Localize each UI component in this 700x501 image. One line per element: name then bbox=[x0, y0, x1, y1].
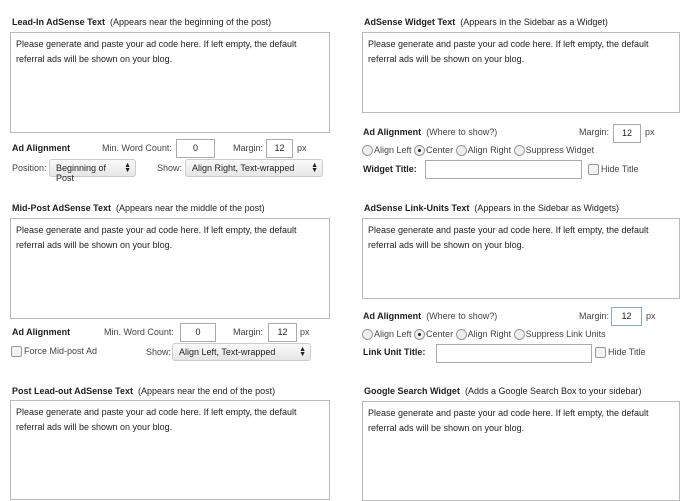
linkunits-alignment-radios: Align Left Center Align Right Suppress L… bbox=[362, 329, 606, 341]
hide-title-label: Hide Title bbox=[608, 347, 646, 357]
leadin-show-label: Show: bbox=[157, 163, 183, 173]
widget-title-input[interactable] bbox=[425, 160, 582, 179]
midpost-margin-input[interactable]: 12 bbox=[268, 323, 297, 342]
radio-center[interactable]: Center bbox=[414, 329, 453, 341]
linkunits-heading: AdSense Link-Units Text (Appears in the … bbox=[364, 203, 619, 213]
select-arrows-icon: ▲ ▼ bbox=[124, 162, 131, 174]
leadin-px-label: px bbox=[297, 143, 307, 153]
hide-title-label: Hide Title bbox=[601, 164, 639, 174]
radio-align-right[interactable]: Align Right bbox=[455, 329, 511, 341]
leadin-position-value: Beginning of Post bbox=[56, 163, 107, 183]
radio-align-right[interactable]: Align Right bbox=[455, 145, 511, 157]
midpost-min-word-label: Min. Word Count: bbox=[104, 327, 174, 337]
leadin-ad-alignment-label: Ad Alignment bbox=[12, 143, 71, 153]
midpost-ad-code-textarea[interactable]: Please generate and paste your ad code h… bbox=[10, 218, 330, 319]
leadout-heading: Post Lead-out AdSense Text (Appears near… bbox=[12, 386, 276, 396]
linkunits-margin-input[interactable]: 12 bbox=[611, 307, 642, 326]
linkunits-ad-alignment-label: Ad Alignment (Where to show?) bbox=[363, 311, 498, 321]
leadin-show-value: Align Right, Text-wrapped bbox=[192, 163, 295, 173]
checkbox-icon bbox=[588, 164, 599, 176]
leadin-margin-input[interactable]: 12 bbox=[266, 139, 293, 158]
widget-ad-alignment-label: Ad Alignment (Where to show?) bbox=[363, 127, 498, 137]
midpost-min-word-input[interactable]: 0 bbox=[180, 323, 216, 342]
widget-title-label: Widget Title: bbox=[363, 164, 417, 174]
search-widget-code-textarea[interactable]: Please generate and paste your ad code h… bbox=[362, 401, 680, 501]
linkunits-ad-code-textarea[interactable]: Please generate and paste your ad code h… bbox=[362, 218, 680, 299]
midpost-show-value: Align Left, Text-wrapped bbox=[179, 347, 276, 357]
select-arrows-icon: ▲ ▼ bbox=[299, 346, 306, 358]
midpost-px-label: px bbox=[300, 327, 310, 337]
force-midpost-label: Force Mid-post Ad bbox=[24, 346, 98, 356]
radio-align-left[interactable]: Align Left bbox=[362, 145, 412, 157]
midpost-ad-alignment-label: Ad Alignment bbox=[12, 327, 71, 337]
checkbox-icon bbox=[595, 347, 606, 359]
midpost-heading: Mid-Post AdSense Text (Appears near the … bbox=[12, 203, 265, 213]
widget-px-label: px bbox=[645, 127, 655, 137]
leadin-margin-label: Margin: bbox=[233, 143, 264, 153]
linkunits-px-label: px bbox=[646, 311, 656, 321]
leadin-heading: Lead-In AdSense Text (Appears near the b… bbox=[12, 17, 272, 27]
radio-suppress-widget[interactable]: Suppress Widget bbox=[513, 145, 594, 157]
widget-heading: AdSense Widget Text (Appears in the Side… bbox=[364, 17, 608, 27]
widget-ad-code-textarea[interactable]: Please generate and paste your ad code h… bbox=[362, 32, 680, 113]
leadin-ad-code-textarea[interactable]: Please generate and paste your ad code h… bbox=[10, 32, 330, 133]
leadout-ad-code-textarea[interactable]: Please generate and paste your ad code h… bbox=[10, 400, 330, 500]
link-unit-title-input[interactable] bbox=[436, 344, 592, 363]
widget-hide-title-checkbox[interactable]: Hide Title bbox=[588, 164, 639, 176]
radio-center[interactable]: Center bbox=[414, 145, 453, 157]
widget-margin-label: Margin: bbox=[579, 127, 610, 137]
midpost-show-select[interactable]: Align Left, Text-wrapped ▲ ▼ bbox=[172, 343, 311, 361]
leadin-position-select[interactable]: Beginning of Post ▲ ▼ bbox=[49, 159, 136, 183]
midpost-show-label: Show: bbox=[146, 347, 172, 357]
checkbox-icon bbox=[11, 346, 22, 358]
leadin-min-word-input[interactable]: 0 bbox=[176, 139, 215, 158]
midpost-margin-label: Margin: bbox=[233, 327, 264, 337]
linkunits-margin-label: Margin: bbox=[579, 311, 610, 321]
leadin-show-select[interactable]: Align Right, Text-wrapped ▲ ▼ bbox=[185, 159, 323, 177]
widget-alignment-radios: Align Left Center Align Right Suppress W… bbox=[362, 145, 594, 157]
force-midpost-checkbox[interactable]: Force Mid-post Ad bbox=[11, 346, 98, 358]
select-arrows-icon: ▲ ▼ bbox=[311, 162, 318, 174]
leadin-position-label: Position: bbox=[12, 163, 47, 173]
link-unit-title-label: Link Unit Title: bbox=[363, 347, 426, 357]
radio-align-left[interactable]: Align Left bbox=[362, 329, 412, 341]
widget-margin-input[interactable]: 12 bbox=[613, 124, 641, 143]
radio-suppress-link-units[interactable]: Suppress Link Units bbox=[513, 329, 606, 341]
linkunits-hide-title-checkbox[interactable]: Hide Title bbox=[595, 347, 646, 359]
leadin-min-word-label: Min. Word Count: bbox=[102, 143, 172, 153]
search-widget-heading: Google Search Widget (Adds a Google Sear… bbox=[364, 386, 642, 396]
